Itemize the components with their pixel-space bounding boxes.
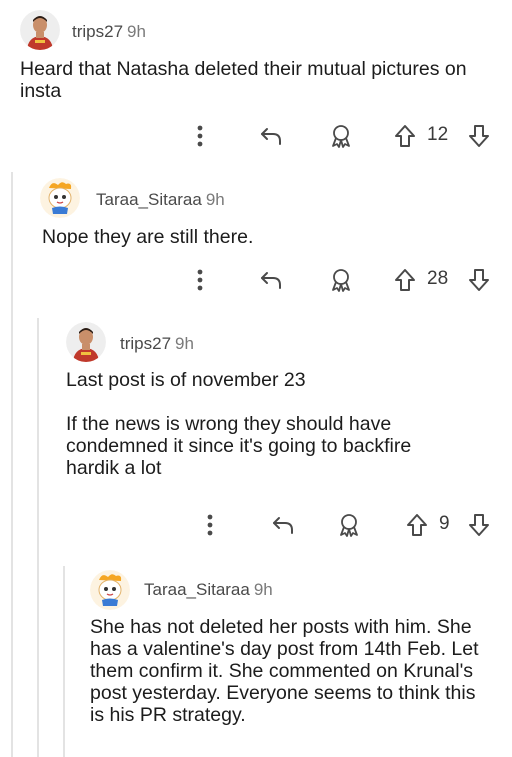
thread-line-level-1[interactable]: [11, 172, 13, 757]
comment-meta: Taraa_Sitaraa 9h: [96, 190, 225, 210]
more-options-icon[interactable]: [188, 121, 212, 151]
avatar[interactable]: [20, 10, 60, 50]
comment-paragraph: If the news is wrong they should have co…: [66, 413, 412, 479]
downvote-arrow-icon[interactable]: [466, 121, 492, 151]
comment-paragraph: Last post is of november 23: [66, 369, 306, 391]
vote-count: 28: [427, 268, 449, 289]
award-icon[interactable]: [334, 510, 364, 540]
action-bar: 9: [0, 510, 512, 540]
username[interactable]: Taraa_Sitaraa: [144, 580, 250, 599]
reply-icon[interactable]: [256, 121, 286, 151]
comment-paragraph: Nope they are still there.: [42, 226, 254, 248]
timestamp: 9h: [127, 22, 146, 41]
username[interactable]: Taraa_Sitaraa: [96, 190, 202, 209]
comment-meta: trips27 9h: [72, 22, 146, 42]
avatar[interactable]: [40, 178, 80, 218]
award-icon[interactable]: [326, 265, 356, 295]
comment-body: Heard that Natasha deleted their mutual …: [20, 58, 490, 102]
comment-meta: trips27 9h: [120, 334, 194, 354]
avatar[interactable]: [90, 570, 130, 610]
comment-paragraph: Heard that Natasha deleted their mutual …: [20, 58, 467, 102]
comment-paragraph: She has not deleted her posts with him. …: [90, 616, 479, 726]
downvote-arrow-icon[interactable]: [466, 265, 492, 295]
more-options-icon[interactable]: [188, 265, 212, 295]
upvote-arrow-icon[interactable]: [404, 510, 430, 540]
vote-count: 12: [427, 124, 449, 145]
upvote-arrow-icon[interactable]: [392, 265, 418, 295]
timestamp: 9h: [175, 334, 194, 353]
award-icon[interactable]: [326, 121, 356, 151]
username[interactable]: trips27: [120, 334, 171, 353]
upvote-arrow-icon[interactable]: [392, 121, 418, 151]
comment-body: Nope they are still there.: [42, 226, 492, 248]
downvote-arrow-icon[interactable]: [466, 510, 492, 540]
reply-icon[interactable]: [256, 265, 286, 295]
username[interactable]: trips27: [72, 22, 123, 41]
comment-body: She has not deleted her posts with him. …: [90, 616, 490, 726]
timestamp: 9h: [253, 580, 273, 599]
thread-line-level-3[interactable]: [63, 566, 65, 757]
more-options-icon[interactable]: [198, 510, 222, 540]
timestamp: 9h: [205, 190, 225, 209]
action-bar: 12: [0, 121, 512, 151]
avatar[interactable]: [66, 322, 106, 362]
vote-count: 9: [439, 513, 450, 534]
comment-meta: Taraa_Sitaraa 9h: [144, 580, 273, 600]
action-bar: 28: [0, 265, 512, 295]
comment-body: Last post is of november 23 If the news …: [66, 369, 466, 479]
reply-icon[interactable]: [268, 510, 298, 540]
